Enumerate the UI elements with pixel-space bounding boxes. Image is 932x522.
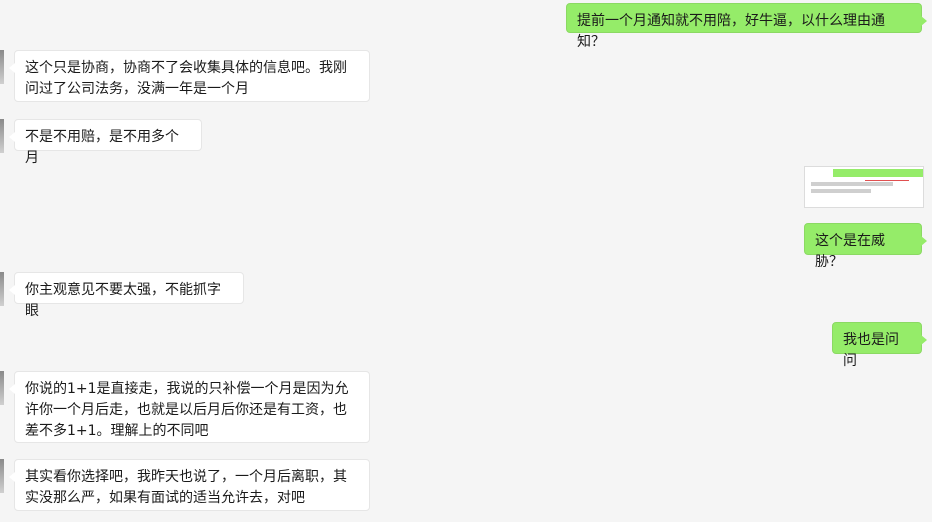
outgoing-message[interactable]: 提前一个月通知就不用陪，好牛逼，以什么理由通知？ [566,3,927,50]
contact-avatar[interactable] [0,371,4,405]
contact-avatar[interactable] [0,119,4,153]
contact-avatar[interactable] [0,272,4,306]
incoming-message[interactable]: 你说的1+1是直接走，我说的只补偿一个月是因为允许你一个月后走，也就是以后月后你… [9,371,370,443]
contact-avatar[interactable] [0,459,4,493]
thumbnail-bubble-green [833,169,923,177]
incoming-message[interactable]: 这个只是协商，协商不了会收集具体的信息吧。我刚问过了公司法务，没满一年是一个月 [9,50,370,102]
outgoing-message[interactable]: 我也是问问 [832,322,927,369]
contact-avatar[interactable] [0,50,4,84]
incoming-message[interactable]: 其实看你选择吧，我昨天也说了，一个月后离职，其实没那么严，如果有面试的适当允许去… [9,459,370,511]
thumbnail-highlight-line [865,180,909,181]
thumbnail-text-line [811,182,893,186]
thumbnail-text-line [811,189,871,193]
image-message-thumbnail[interactable] [804,166,924,208]
outgoing-message[interactable]: 这个是在威胁？ [804,223,927,270]
chat-window: 提前一个月通知就不用陪，好牛逼，以什么理由通知？ 这个只是协商，协商不了会收集具… [0,0,932,522]
incoming-message[interactable]: 你主观意见不要太强，不能抓字眼 [9,272,244,319]
incoming-message[interactable]: 不是不用赔，是不用多个月 [9,119,202,166]
